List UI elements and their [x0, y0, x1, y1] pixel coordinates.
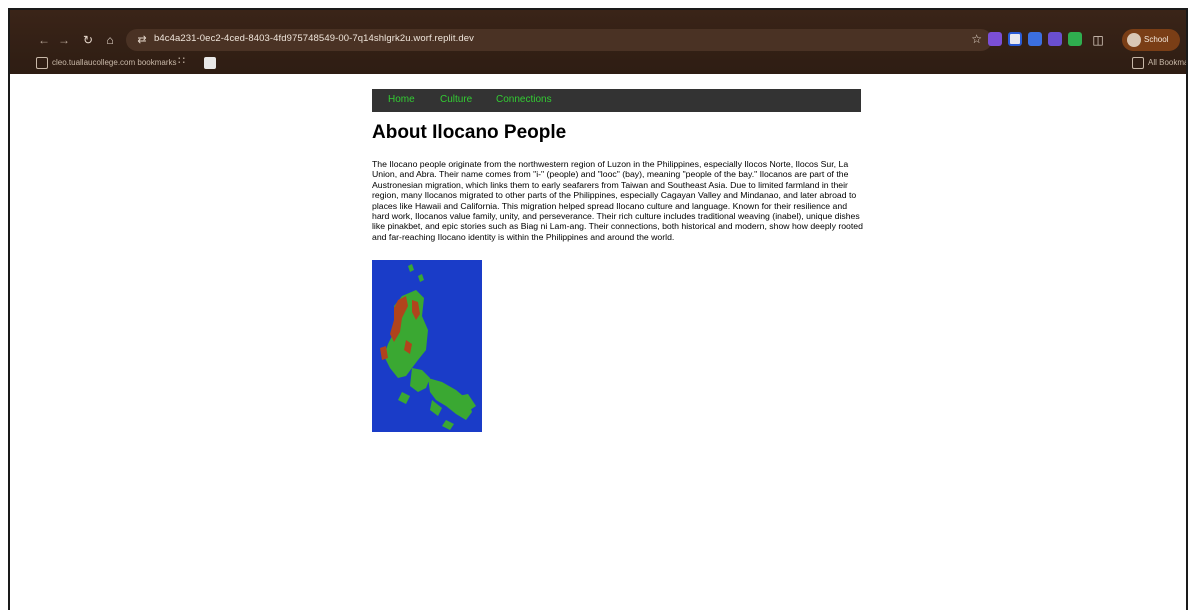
extension-green-icon[interactable]: [1068, 32, 1082, 46]
luzon-map-image: [372, 260, 482, 432]
reload-icon[interactable]: ↻: [80, 32, 96, 48]
luzon-map-drawing: [380, 264, 476, 430]
web-page: Home Culture Connections About Ilocano P…: [10, 74, 1186, 610]
bookmarks-bar: cleo.tuallaucollege.com bookmarks ∷ All …: [10, 54, 1186, 72]
extension-blue-icon[interactable]: [1028, 32, 1042, 46]
nav-link-culture[interactable]: Culture: [440, 94, 472, 105]
arrow-right-icon[interactable]: →: [56, 32, 72, 48]
all-bookmarks[interactable]: All Bookmarks: [1148, 56, 1186, 70]
url-text[interactable]: b4c4a231-0ec2-4ced-8403-4fd975748549-00-…: [154, 33, 474, 44]
site-nav: Home Culture Connections: [372, 89, 861, 112]
puzzle-icon[interactable]: ◫: [1090, 32, 1106, 48]
avatar: [1127, 33, 1141, 47]
browser-window: ← → ↻ ⌂ ⇄ b4c4a231-0ec2-4ced-8403-4fd975…: [8, 8, 1188, 610]
grid-icon[interactable]: ∷: [178, 54, 185, 68]
address-bar[interactable]: ⇄ b4c4a231-0ec2-4ced-8403-4fd975748549-0…: [126, 29, 992, 51]
extension-purple-icon[interactable]: [988, 32, 1002, 46]
nav-link-home[interactable]: Home: [388, 94, 415, 105]
star-icon[interactable]: ☆: [971, 32, 982, 46]
page-title: About Ilocano People: [372, 122, 567, 143]
profile-label: School: [1144, 35, 1169, 44]
extension-square-icon[interactable]: [1008, 32, 1022, 46]
home-icon[interactable]: ⌂: [102, 32, 118, 48]
extension-violet-icon[interactable]: [1048, 32, 1062, 46]
map-land: [384, 264, 476, 430]
profile-button[interactable]: School: [1122, 29, 1180, 51]
tune-icon[interactable]: ⇄: [134, 32, 150, 48]
browser-chrome: ← → ↻ ⌂ ⇄ b4c4a231-0ec2-4ced-8403-4fd975…: [10, 10, 1186, 74]
arrow-left-icon[interactable]: ←: [36, 32, 52, 48]
bookmark-folder[interactable]: cleo.tuallaucollege.com bookmarks: [52, 56, 177, 70]
nav-link-connections[interactable]: Connections: [496, 94, 552, 105]
browser-toolbar: ← → ↻ ⌂ ⇄ b4c4a231-0ec2-4ced-8403-4fd975…: [10, 28, 1186, 52]
bookmark-favicon-icon[interactable]: [204, 57, 216, 69]
all-bookmarks-folder-icon: [1132, 57, 1144, 69]
page-body-text: The Ilocano people originate from the no…: [372, 159, 863, 242]
folder-icon: [36, 57, 48, 69]
